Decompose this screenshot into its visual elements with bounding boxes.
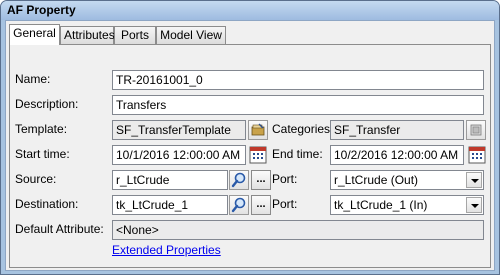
source-search-button[interactable] [229,170,249,190]
tab-general-label: General [13,26,56,40]
source-port-value: r_LtCrude (Out) [334,173,419,187]
calendar-icon [249,145,267,165]
general-panel: Name: TR-20161001_0 Description: Transfe… [9,44,491,268]
destination-port-value: tk_LtCrude_1 (In) [334,198,428,212]
destination-port-select[interactable]: tk_LtCrude_1 (In) [330,195,484,215]
chevron-down-icon[interactable] [466,172,482,188]
tab-model-view-label: Model View [160,28,222,42]
start-time-label: Start time: [15,147,70,161]
dialog-body: General Attributes Ports Model View Name… [5,20,495,271]
source-browse-button[interactable]: ... [251,170,271,190]
source-label: Source: [15,172,57,186]
description-field[interactable]: Transfers [112,95,484,115]
search-icon [230,171,248,189]
end-time-label: End time: [272,147,323,161]
categories-label: Categories: [272,122,334,136]
categories-button[interactable] [466,120,486,140]
name-label: Name: [15,72,51,86]
tab-attributes[interactable]: Attributes [60,26,115,44]
tab-general[interactable]: General [9,24,60,45]
template-label: Template: [15,122,68,136]
template-field: SF_TransferTemplate [112,120,246,140]
template-browse-icon [249,121,267,139]
default-attribute-label: Default Attribute: [15,222,104,236]
source-port-select[interactable]: r_LtCrude (Out) [330,170,484,190]
destination-label: Destination: [15,197,79,211]
tab-attributes-label: Attributes [64,28,115,42]
search-icon [230,196,248,214]
categories-icon [467,121,485,139]
extended-properties-link[interactable]: Extended Properties [112,243,221,257]
title-bar[interactable]: AF Property [1,1,499,20]
destination-browse-button[interactable]: ... [251,195,271,215]
window-title: AF Property [7,3,76,17]
source-port-label: Port: [272,172,298,186]
end-calendar-button[interactable] [468,145,486,165]
name-field[interactable]: TR-20161001_0 [112,70,484,90]
start-time-field[interactable]: 10/1/2016 12:00:00 AM [112,145,246,165]
template-browse-button[interactable] [248,120,268,140]
source-field[interactable]: r_LtCrude [112,170,228,190]
tab-ports-label: Ports [120,28,149,42]
destination-field[interactable]: tk_LtCrude_1 [112,195,228,215]
destination-search-button[interactable] [229,195,249,215]
chevron-down-icon[interactable] [466,197,482,213]
start-calendar-button[interactable] [249,145,267,165]
af-property-window: AF Property General Attributes Ports Mod… [0,0,500,275]
end-time-field[interactable]: 10/2/2016 12:00:00 AM [330,145,464,165]
tab-ports[interactable]: Ports [114,26,156,44]
categories-field: SF_Transfer [330,120,464,140]
description-label: Description: [15,97,79,111]
calendar-icon [468,145,486,165]
destination-port-label: Port: [272,197,298,211]
default-attribute-field: <None> [112,220,484,240]
tab-model-view[interactable]: Model View [156,26,226,44]
